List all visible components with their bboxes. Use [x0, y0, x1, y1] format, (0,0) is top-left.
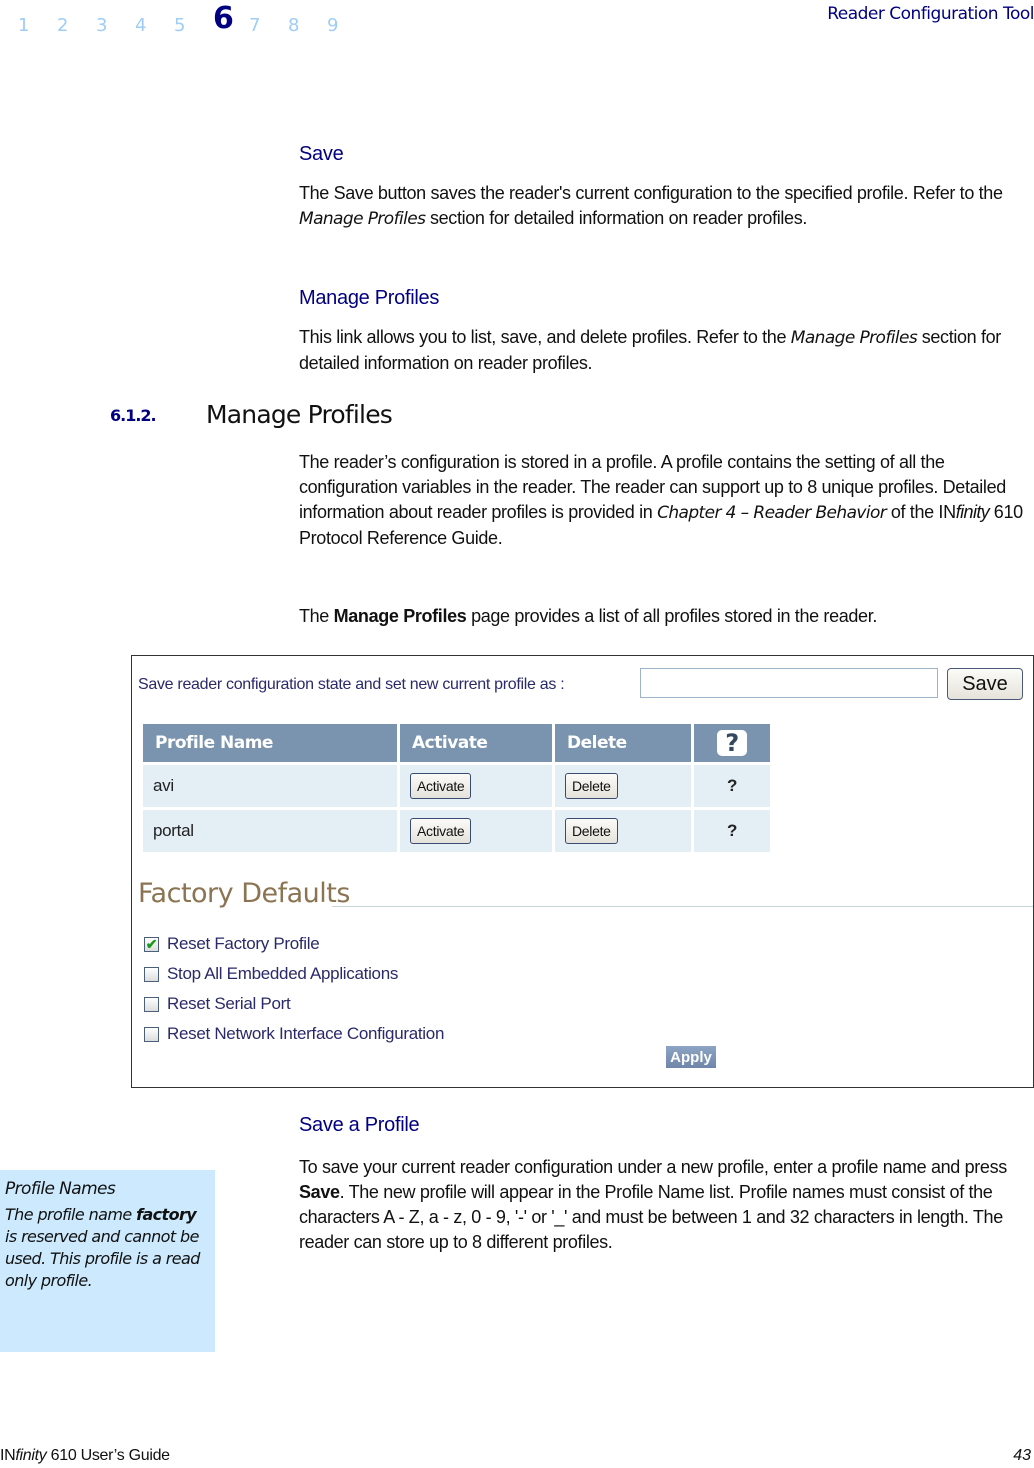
page-number: 43 — [1013, 1447, 1031, 1464]
chapter-link-4[interactable]: 4 — [135, 15, 174, 36]
option-reset-factory-profile[interactable]: ✔ Reset Factory Profile — [144, 929, 444, 959]
text: page provides a list of all profiles sto… — [466, 606, 878, 626]
note-title: Profile Names — [5, 1179, 116, 1199]
text: is reserved and cannot be used. This pro… — [5, 1227, 200, 1290]
section-title: Manage Profiles — [206, 400, 393, 429]
chapter-link-7[interactable]: 7 — [249, 15, 288, 36]
profiles-table: Profile Name Activate Delete ? avi Activ… — [140, 721, 773, 855]
delete-button[interactable]: Delete — [565, 818, 618, 844]
column-header-activate: Activate — [400, 724, 552, 762]
table-header-row: Profile Name Activate Delete ? — [143, 724, 770, 762]
chapter-link-3[interactable]: 3 — [96, 15, 135, 36]
chapter-navigation: 1 2 3 4 5 6 7 8 9 — [18, 0, 366, 36]
option-stop-embedded-applications[interactable]: Stop All Embedded Applications — [144, 959, 444, 989]
column-header-delete: Delete — [555, 724, 691, 762]
running-title: Reader Configuration Tool — [827, 4, 1034, 24]
save-profile-button[interactable]: Save — [947, 668, 1023, 700]
text: The — [299, 606, 334, 626]
checkbox-checked[interactable]: ✔ — [144, 936, 159, 952]
footer-guide-title: INfinity 610 User’s Guide — [0, 1447, 170, 1465]
manage-profiles-heading: Manage Profiles — [299, 287, 440, 309]
save-a-profile-heading: Save a Profile — [299, 1114, 420, 1136]
option-reset-network-interface[interactable]: Reset Network Interface Configuration — [144, 1019, 444, 1049]
table-row: portal Activate Delete ? — [143, 810, 770, 852]
reserved-name: factory — [136, 1205, 197, 1224]
text: of the IN — [886, 502, 956, 522]
option-reset-serial-port[interactable]: Reset Serial Port — [144, 989, 444, 1019]
delete-button[interactable]: Delete — [565, 773, 618, 799]
divider — [332, 906, 1033, 907]
column-header-profile-name: Profile Name — [143, 724, 397, 762]
note-body: The profile name factory is reserved and… — [5, 1204, 210, 1292]
cross-reference: Manage Profiles — [790, 328, 918, 348]
ui-reference: Save — [299, 1182, 340, 1202]
checkbox[interactable] — [144, 966, 159, 982]
chapter-link-9[interactable]: 9 — [327, 15, 366, 36]
ui-reference: Manage Profiles — [333, 606, 467, 626]
manage-page-paragraph: The Manage Profiles page provides a list… — [299, 604, 1034, 629]
apply-button[interactable]: Apply — [666, 1046, 716, 1068]
activate-button[interactable]: Activate — [410, 818, 472, 844]
checkbox[interactable] — [144, 996, 159, 1012]
text: . The new profile will appear in the Pro… — [299, 1182, 1003, 1252]
manage-profiles-paragraph: This link allows you to list, save, and … — [299, 325, 1034, 376]
chapter-link-1[interactable]: 1 — [18, 15, 57, 36]
brand-italic: finity — [15, 1447, 47, 1464]
text: section for detailed information on read… — [425, 208, 807, 228]
chapter-link-8[interactable]: 8 — [288, 15, 327, 36]
cross-reference: Manage Profiles — [299, 209, 426, 229]
help-icon[interactable]: ? — [694, 765, 770, 807]
factory-defaults-options: ✔ Reset Factory Profile Stop All Embedde… — [144, 929, 444, 1049]
factory-defaults-title: Factory Defaults — [138, 878, 350, 909]
save-paragraph: The Save button saves the reader's curre… — [299, 181, 1034, 232]
option-label: Reset Serial Port — [167, 994, 291, 1013]
profile-names-note: Profile Names The profile name factory i… — [0, 1170, 215, 1352]
save-profile-label: Save reader configuration state and set … — [138, 676, 565, 693]
text: IN — [0, 1447, 16, 1464]
section-number: 6.1.2. — [110, 406, 157, 425]
profile-name-input[interactable] — [640, 668, 938, 698]
section-intro-paragraph: The reader’s configuration is stored in … — [299, 450, 1034, 551]
column-header-help: ? — [694, 724, 770, 762]
option-label: Reset Factory Profile — [167, 934, 320, 953]
text: The Save button saves the reader's curre… — [299, 183, 1003, 203]
manage-profiles-screenshot: Save reader configuration state and set … — [131, 655, 1034, 1088]
option-label: Reset Network Interface Configuration — [167, 1024, 445, 1043]
chapter-link-6-active[interactable]: 6 — [213, 1, 249, 36]
table-row: avi Activate Delete ? — [143, 765, 770, 807]
help-icon[interactable]: ? — [717, 730, 747, 756]
text: 610 User’s Guide — [46, 1447, 170, 1464]
option-label: Stop All Embedded Applications — [167, 964, 399, 983]
save-heading: Save — [299, 143, 344, 165]
text: This link allows you to list, save, and … — [299, 327, 791, 347]
save-a-profile-paragraph: To save your current reader configuratio… — [299, 1155, 1034, 1255]
brand-italic: finity — [955, 502, 990, 522]
text: The profile name — [5, 1205, 137, 1224]
profile-name-cell: portal — [143, 810, 397, 852]
chapter-link-2[interactable]: 2 — [57, 15, 96, 36]
profile-name-cell: avi — [143, 765, 397, 807]
text: To save your current reader configuratio… — [299, 1157, 1007, 1177]
help-icon[interactable]: ? — [694, 810, 770, 852]
activate-button[interactable]: Activate — [410, 773, 472, 799]
checkbox[interactable] — [144, 1026, 159, 1042]
chapter-link-5[interactable]: 5 — [174, 15, 213, 36]
chapter-reference: Chapter 4 – Reader Behavior — [657, 503, 887, 523]
